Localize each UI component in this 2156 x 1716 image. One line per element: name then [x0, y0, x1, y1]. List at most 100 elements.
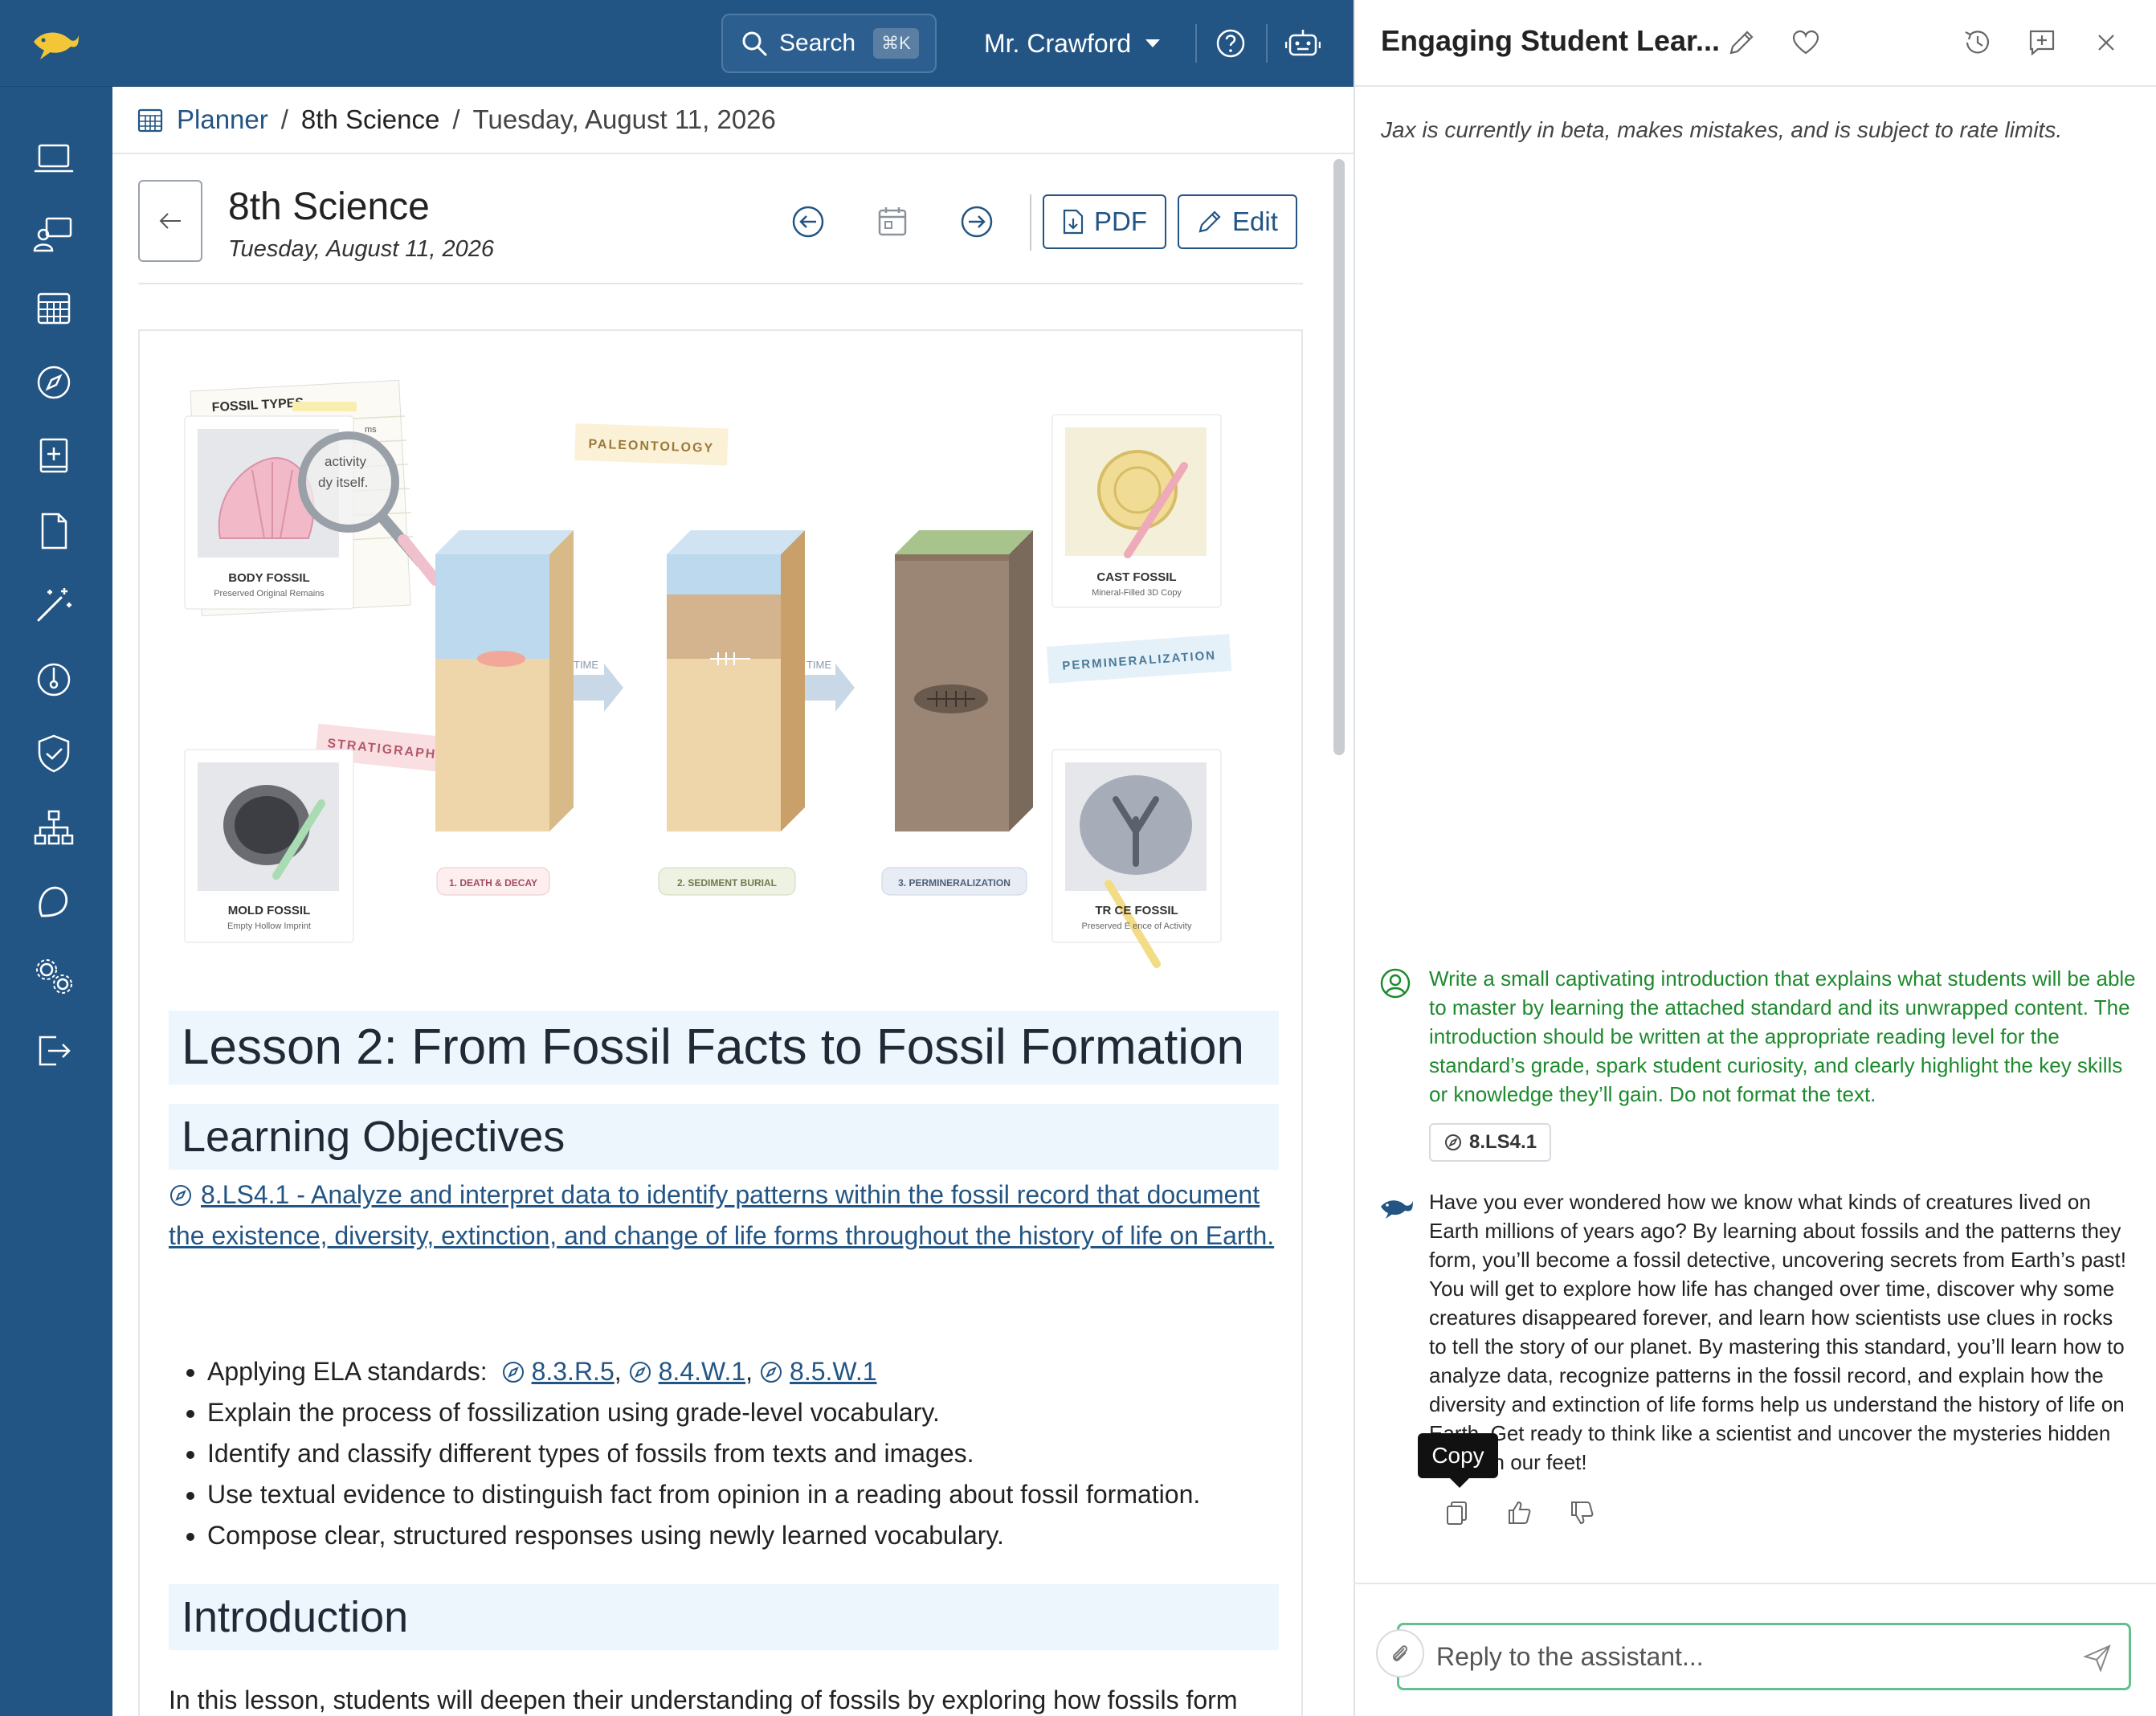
search-label: Search: [779, 30, 856, 56]
shield-check-icon[interactable]: [32, 732, 76, 775]
introduction-heading: Introduction: [169, 1584, 1279, 1650]
list-item: Applying ELA standards: 8.3.R.5,8.4.W.1,…: [207, 1351, 1300, 1392]
robot-assistant-icon[interactable]: [1285, 27, 1321, 59]
top-bar: Search ⌘K Mr. Crawford: [0, 0, 1354, 87]
arrow-left-icon: [159, 213, 181, 229]
trace-fossil-card: TR CE FOSSIL Preserved E ence of Activit…: [1051, 749, 1222, 968]
next-day-icon[interactable]: [959, 204, 994, 239]
attach-button[interactable]: [1376, 1629, 1424, 1677]
help-icon[interactable]: [1215, 27, 1247, 59]
block-sediment-burial: [667, 530, 805, 831]
teacher-board-icon[interactable]: [32, 212, 76, 255]
left-sidebar: [0, 87, 112, 1716]
list-item: Use textual evidence to distinguish fact…: [207, 1474, 1300, 1515]
step-3-label: 3. PERMINERALIZATION: [898, 877, 1011, 889]
beta-disclaimer: Jax is currently in beta, makes mistakes…: [1381, 117, 2063, 142]
time-text: TIME: [574, 659, 598, 671]
paperclip-icon: [1392, 1645, 1408, 1661]
cast-fossil-sub: Mineral-Filled 3D Copy: [1092, 588, 1182, 598]
pdf-button[interactable]: PDF: [1043, 194, 1166, 249]
compass-icon: [761, 1362, 782, 1383]
block-death-decay: .: [435, 530, 574, 831]
mold-fossil-label: MOLD FOSSIL: [228, 904, 311, 917]
assistant-fish-icon: [1381, 1200, 1413, 1219]
standard-link-text: 8.LS4.1 - Analyze and interpret data to …: [169, 1180, 1275, 1250]
standard-link[interactable]: 8.LS4.1 - Analyze and interpret data to …: [169, 1175, 1285, 1256]
close-icon[interactable]: [2091, 27, 2121, 58]
compass-icon: [170, 1185, 191, 1206]
org-chart-icon[interactable]: [32, 807, 76, 850]
thumbs-down-icon[interactable]: [1569, 1499, 1596, 1526]
breadcrumb-course[interactable]: 8th Science: [301, 104, 439, 135]
user-menu[interactable]: Mr. Crawford: [984, 24, 1161, 63]
reply-input[interactable]: [1397, 1623, 2131, 1690]
compass-icon: [629, 1362, 651, 1383]
heart-icon[interactable]: [1791, 27, 1821, 58]
step-2-label: 2. SEDIMENT BURIAL: [677, 877, 777, 889]
send-icon[interactable]: [2083, 1644, 2112, 1673]
block-permineralization: [895, 530, 1033, 831]
pdf-label: PDF: [1094, 206, 1147, 236]
search-icon: [742, 31, 767, 56]
conversation-title: Engaging Student Lear...: [1381, 24, 1721, 57]
page-header: 8th Science Tuesday, August 11, 2026 PDF…: [138, 180, 1303, 284]
introduction-paragraph: In this lesson, students will deepen the…: [169, 1685, 1238, 1714]
pencil-icon: [1198, 210, 1221, 233]
main-scrollbar[interactable]: [1333, 159, 1345, 755]
assistant-header: Engaging Student Lear...: [1355, 0, 2156, 87]
magic-wand-icon[interactable]: [32, 583, 76, 627]
caret-down-icon: [1145, 39, 1161, 47]
calendar-grid-icon[interactable]: [32, 286, 76, 329]
gauge-icon[interactable]: [32, 658, 76, 701]
thumbs-up-icon[interactable]: [1506, 1499, 1533, 1526]
time-text: TIME: [806, 659, 831, 671]
pencil-icon[interactable]: [1726, 27, 1757, 58]
copy-icon[interactable]: [1443, 1499, 1471, 1526]
body-fossil-label: BODY FOSSIL: [228, 571, 309, 585]
list-item: Identify and classify different types of…: [207, 1433, 1300, 1474]
note-text: dy itself.: [318, 475, 368, 490]
gears-icon[interactable]: [32, 955, 76, 999]
logout-icon[interactable]: [32, 1029, 76, 1072]
history-icon[interactable]: [1962, 27, 1993, 58]
edit-button[interactable]: Edit: [1178, 194, 1297, 249]
body-fossil-sub: Preserved Original Remains: [214, 589, 325, 599]
ela-standard-link[interactable]: 8.3.R.5: [532, 1357, 615, 1386]
permineralization-tag: PERMINERALIZATION: [1046, 634, 1232, 684]
compass-icon: [502, 1362, 524, 1383]
previous-day-icon[interactable]: [790, 204, 826, 239]
back-button[interactable]: [138, 180, 202, 262]
document-icon[interactable]: [32, 509, 76, 553]
search-button[interactable]: Search ⌘K: [721, 14, 937, 73]
note-text: activity: [325, 454, 366, 469]
laptop-icon[interactable]: [32, 137, 76, 181]
calendar-icon: [137, 108, 163, 133]
main-content: 8th Science Tuesday, August 11, 2026 PDF…: [112, 156, 1354, 1716]
new-chat-icon[interactable]: [2027, 27, 2057, 58]
file-download-icon: [1063, 209, 1084, 235]
divider: [1030, 194, 1031, 251]
breadcrumb-planner-link[interactable]: Planner: [177, 104, 268, 135]
search-shortcut: ⌘K: [873, 28, 919, 59]
lesson-document: FOSSIL TYPES ms BODY FOSSIL Preserved Or…: [138, 329, 1303, 1716]
loop-icon[interactable]: [32, 880, 76, 924]
page-subtitle: Tuesday, August 11, 2026: [228, 236, 495, 262]
ela-standard-link[interactable]: 8.4.W.1: [659, 1357, 746, 1386]
compass-icon: [1445, 1134, 1461, 1150]
step-labels: 1. DEATH & DECAY 2. SEDIMENT BURIAL 3. P…: [436, 867, 1027, 896]
standard-chip[interactable]: 8.LS4.1: [1429, 1123, 1552, 1162]
fossil-formation-illustration: FOSSIL TYPES ms BODY FOSSIL Preserved Or…: [184, 379, 1232, 968]
trace-fossil-sub: Preserved E ence of Activity: [1082, 921, 1192, 931]
ela-standard-link[interactable]: 8.5.W.1: [790, 1357, 877, 1386]
copy-tooltip: Copy: [1418, 1433, 1498, 1488]
fish-logo-icon[interactable]: [31, 24, 80, 63]
standard-chip-label: 8.LS4.1: [1469, 1131, 1537, 1153]
edit-label: Edit: [1232, 206, 1278, 236]
assistant-message-text: Have you ever wondered how we know what …: [1429, 1190, 2127, 1474]
list-item: Compose clear, structured responses usin…: [207, 1515, 1300, 1556]
calendar-today-icon[interactable]: [875, 204, 910, 239]
objectives-heading: Learning Objectives: [169, 1104, 1279, 1170]
time-arrow-2: TIME: [805, 659, 855, 712]
compass-icon[interactable]: [32, 361, 76, 404]
book-plus-icon[interactable]: [32, 435, 76, 478]
